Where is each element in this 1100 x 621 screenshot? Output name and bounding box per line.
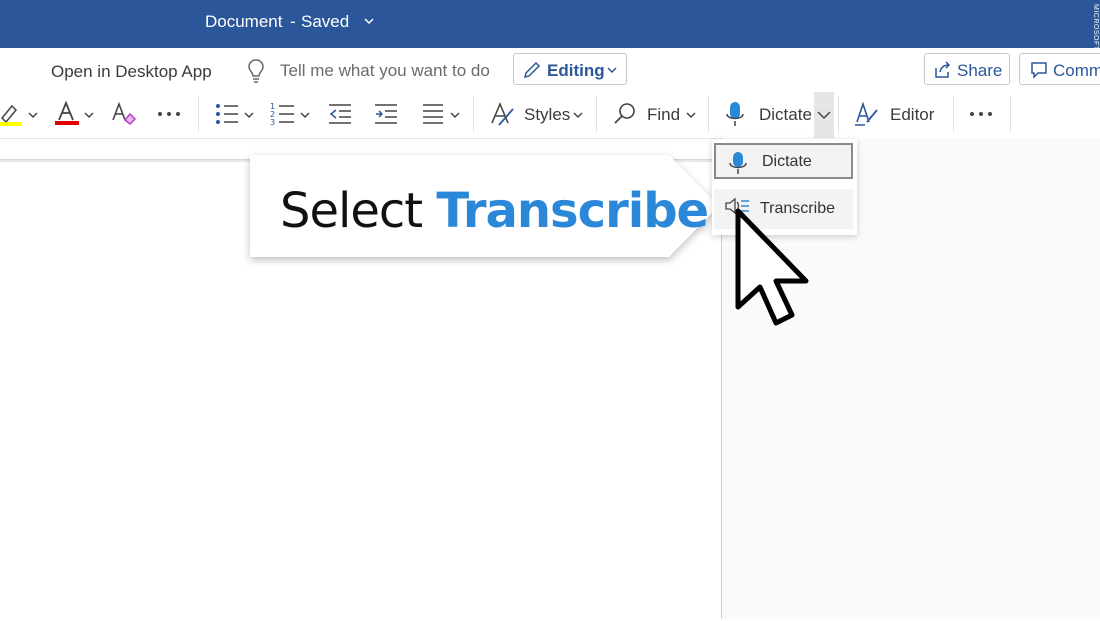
search-icon[interactable] — [612, 101, 638, 132]
dictate-label[interactable]: Dictate — [759, 105, 812, 125]
callout-prefix: Select — [280, 183, 423, 239]
numbered-chevron-down-icon[interactable] — [299, 108, 311, 126]
editor-icon[interactable] — [853, 100, 879, 133]
decrease-indent-icon[interactable] — [327, 102, 353, 131]
align-text-icon[interactable] — [421, 102, 445, 131]
find-chevron-down-icon[interactable] — [685, 108, 697, 126]
ribbon-divider — [198, 96, 199, 132]
find-label[interactable]: Find — [647, 105, 680, 125]
document-title[interactable]: Document — [205, 12, 282, 32]
svg-text:3: 3 — [270, 118, 275, 127]
bullet-chevron-down-icon[interactable] — [243, 108, 255, 126]
title-chevron-down-icon[interactable] — [363, 14, 375, 32]
microphone-icon — [728, 151, 748, 180]
clear-formatting-icon[interactable] — [110, 100, 138, 133]
chevron-down-icon — [606, 63, 618, 81]
save-status: Saved — [301, 12, 350, 31]
menu-item-dictate-label: Dictate — [762, 153, 812, 170]
title-separator: - — [290, 12, 296, 31]
more-font-options-icon[interactable] — [156, 104, 182, 129]
editor-label[interactable]: Editor — [890, 105, 934, 125]
comments-label: Comm — [1053, 61, 1100, 80]
highlight-chevron-down-icon[interactable] — [27, 108, 39, 126]
font-color-chevron-down-icon[interactable] — [83, 108, 95, 126]
numbered-list-icon[interactable]: 123 — [270, 101, 296, 132]
styles-icon[interactable] — [489, 101, 515, 132]
lightbulb-icon — [246, 58, 266, 89]
title-bar: Document - Saved MICROSOFT — [0, 0, 1100, 51]
ribbon-divider — [1010, 96, 1011, 132]
ribbon-divider — [596, 96, 597, 132]
styles-label[interactable]: Styles — [524, 105, 570, 125]
ribbon-divider — [838, 96, 839, 132]
more-options-icon[interactable] — [968, 104, 994, 129]
highlight-color-icon[interactable] — [0, 102, 24, 133]
callout-text: Select Transcribe — [280, 183, 709, 239]
font-color-icon[interactable] — [54, 100, 80, 133]
dictate-dropdown-button[interactable] — [814, 92, 834, 138]
microphone-icon[interactable] — [724, 100, 746, 133]
styles-chevron-down-icon[interactable] — [572, 108, 584, 126]
pencil-icon — [522, 60, 542, 85]
share-icon — [933, 60, 953, 85]
bullet-list-icon[interactable] — [214, 102, 240, 131]
share-label: Share — [957, 61, 1003, 80]
instruction-callout: Select Transcribe — [250, 155, 720, 257]
mouse-cursor-icon — [730, 205, 814, 334]
comment-icon — [1030, 61, 1048, 84]
menu-item-dictate[interactable]: Dictate — [714, 143, 853, 179]
microsoft-watermark: MICROSOFT — [1092, 4, 1099, 51]
align-chevron-down-icon[interactable] — [449, 108, 461, 126]
callout-highlight: Transcribe — [436, 183, 709, 239]
editing-label: Editing — [547, 61, 605, 80]
editing-mode-button[interactable]: Editing — [513, 53, 627, 85]
share-button[interactable]: Share — [924, 53, 1010, 85]
ribbon-divider — [473, 96, 474, 132]
ribbon-divider — [708, 96, 709, 132]
tell-me-search-input[interactable] — [280, 60, 500, 82]
open-in-desktop-button[interactable]: Open in Desktop App — [51, 62, 212, 82]
comments-button[interactable]: Comm — [1019, 53, 1100, 85]
ribbon-divider — [953, 96, 954, 132]
increase-indent-icon[interactable] — [373, 102, 399, 131]
